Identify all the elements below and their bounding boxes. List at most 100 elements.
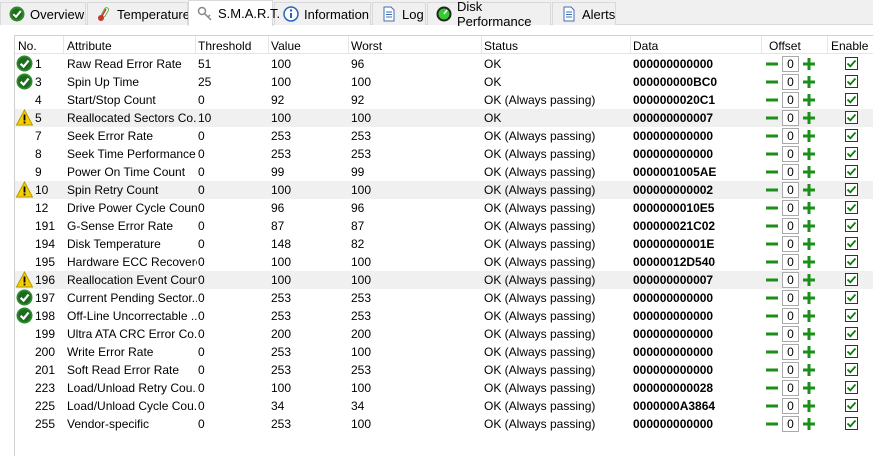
table-row[interactable]: 199 Ultra ATA CRC Error Co... 0 200 200 OK (A… [15, 325, 873, 343]
enable-checkbox[interactable] [845, 345, 858, 358]
tab-log[interactable]: Log [372, 2, 426, 25]
minus-icon[interactable] [765, 57, 779, 71]
minus-icon[interactable] [765, 273, 779, 287]
table-row[interactable]: 5 Reallocated Sectors Co... 10 100 100 OK 0000… [15, 109, 873, 127]
minus-icon[interactable] [765, 111, 779, 125]
offset-stepper[interactable]: 0 [765, 217, 819, 235]
col-offset-header[interactable]: Offset [769, 38, 801, 54]
plus-icon[interactable] [802, 93, 816, 107]
minus-icon[interactable] [765, 363, 779, 377]
column-divider[interactable] [630, 36, 631, 54]
table-row[interactable]: 7 Seek Error Rate 0 253 253 OK (Always passin… [15, 127, 873, 145]
plus-icon[interactable] [802, 381, 816, 395]
offset-value[interactable]: 0 [782, 110, 799, 126]
offset-stepper[interactable]: 0 [765, 109, 819, 127]
plus-icon[interactable] [802, 327, 816, 341]
offset-value[interactable]: 0 [782, 398, 799, 414]
offset-value[interactable]: 0 [782, 92, 799, 108]
plus-icon[interactable] [802, 165, 816, 179]
enable-checkbox[interactable] [845, 75, 858, 88]
tab-alerts[interactable]: Alerts [552, 2, 616, 25]
offset-value[interactable]: 0 [782, 218, 799, 234]
offset-value[interactable]: 0 [782, 344, 799, 360]
offset-stepper[interactable]: 0 [765, 397, 819, 415]
offset-stepper[interactable]: 0 [765, 127, 819, 145]
column-divider[interactable] [268, 36, 269, 54]
offset-value[interactable]: 0 [782, 362, 799, 378]
minus-icon[interactable] [765, 255, 779, 269]
enable-checkbox[interactable] [845, 219, 858, 232]
plus-icon[interactable] [802, 291, 816, 305]
enable-checkbox[interactable] [845, 201, 858, 214]
enable-checkbox[interactable] [845, 273, 858, 286]
column-divider[interactable] [348, 36, 349, 54]
enable-checkbox[interactable] [845, 363, 858, 376]
minus-icon[interactable] [765, 219, 779, 233]
minus-icon[interactable] [765, 237, 779, 251]
enable-checkbox[interactable] [845, 111, 858, 124]
table-row[interactable]: 201 Soft Read Error Rate 0 253 253 OK (Always… [15, 361, 873, 379]
offset-value[interactable]: 0 [782, 326, 799, 342]
plus-icon[interactable] [802, 219, 816, 233]
offset-value[interactable]: 0 [782, 56, 799, 72]
tab-overview[interactable]: Overview [0, 2, 86, 25]
offset-stepper[interactable]: 0 [765, 289, 819, 307]
offset-value[interactable]: 0 [782, 380, 799, 396]
offset-value[interactable]: 0 [782, 182, 799, 198]
table-row[interactable]: 200 Write Error Rate 0 253 100 OK (Always pas… [15, 343, 873, 361]
enable-checkbox[interactable] [845, 57, 858, 70]
plus-icon[interactable] [802, 273, 816, 287]
offset-stepper[interactable]: 0 [765, 343, 819, 361]
table-row[interactable]: 9 Power On Time Count 0 99 99 OK (Always pass… [15, 163, 873, 181]
column-divider[interactable] [63, 36, 64, 54]
plus-icon[interactable] [802, 309, 816, 323]
enable-checkbox[interactable] [845, 237, 858, 250]
table-row[interactable]: 223 Load/Unload Retry Cou... 0 100 100 OK (Al… [15, 379, 873, 397]
minus-icon[interactable] [765, 309, 779, 323]
col-no-header[interactable]: No. [18, 38, 37, 54]
offset-value[interactable]: 0 [782, 236, 799, 252]
table-row[interactable]: 191 G-Sense Error Rate 0 87 87 OK (Always pas… [15, 217, 873, 235]
plus-icon[interactable] [802, 57, 816, 71]
table-row[interactable]: 12 Drive Power Cycle Count 0 96 96 OK (Always… [15, 199, 873, 217]
offset-value[interactable]: 0 [782, 164, 799, 180]
table-row[interactable]: 4 Start/Stop Count 0 92 92 OK (Always passing… [15, 91, 873, 109]
enable-checkbox[interactable] [845, 147, 858, 160]
col-enable-header[interactable]: Enable [831, 38, 868, 54]
plus-icon[interactable] [802, 345, 816, 359]
plus-icon[interactable] [802, 417, 816, 431]
table-row[interactable]: 10 Spin Retry Count 0 100 100 OK (Always pass… [15, 181, 873, 199]
plus-icon[interactable] [802, 183, 816, 197]
column-divider[interactable] [761, 36, 762, 54]
col-threshold-header[interactable]: Threshold [198, 38, 251, 54]
minus-icon[interactable] [765, 183, 779, 197]
table-row[interactable]: 197 Current Pending Sector... 0 253 253 OK (A… [15, 289, 873, 307]
offset-value[interactable]: 0 [782, 416, 799, 432]
column-divider[interactable] [481, 36, 482, 54]
enable-checkbox[interactable] [845, 327, 858, 340]
plus-icon[interactable] [802, 399, 816, 413]
table-row[interactable]: 3 Spin Up Time 25 100 100 OK 000000000BC0 0 [15, 73, 873, 91]
enable-checkbox[interactable] [845, 255, 858, 268]
offset-stepper[interactable]: 0 [765, 73, 819, 91]
minus-icon[interactable] [765, 417, 779, 431]
plus-icon[interactable] [802, 129, 816, 143]
offset-value[interactable]: 0 [782, 272, 799, 288]
minus-icon[interactable] [765, 345, 779, 359]
plus-icon[interactable] [802, 201, 816, 215]
offset-value[interactable]: 0 [782, 200, 799, 216]
offset-stepper[interactable]: 0 [765, 325, 819, 343]
column-divider[interactable] [827, 36, 828, 54]
plus-icon[interactable] [802, 75, 816, 89]
offset-stepper[interactable]: 0 [765, 235, 819, 253]
enable-checkbox[interactable] [845, 381, 858, 394]
offset-stepper[interactable]: 0 [765, 253, 819, 271]
minus-icon[interactable] [765, 201, 779, 215]
enable-checkbox[interactable] [845, 165, 858, 178]
enable-checkbox[interactable] [845, 93, 858, 106]
offset-value[interactable]: 0 [782, 290, 799, 306]
table-row[interactable]: 198 Off-Line Uncorrectable ... 0 253 253 OK (… [15, 307, 873, 325]
minus-icon[interactable] [765, 399, 779, 413]
minus-icon[interactable] [765, 75, 779, 89]
offset-value[interactable]: 0 [782, 308, 799, 324]
